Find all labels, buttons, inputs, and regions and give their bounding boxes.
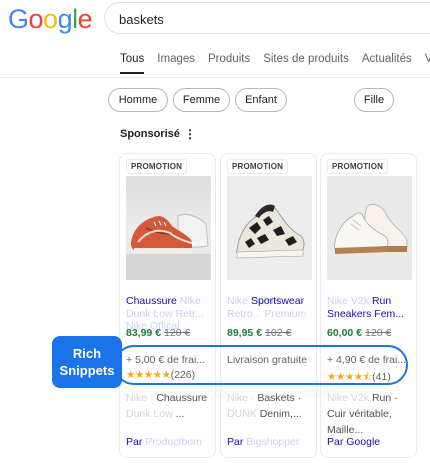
description-redacted: DUNK <box>227 408 257 420</box>
seller-name: Google <box>346 436 381 448</box>
old-price: 102 € <box>265 327 292 339</box>
more-options-icon[interactable]: ⋮ <box>184 127 196 141</box>
price-row: 89,95 €102 € <box>227 327 291 339</box>
seller-redacted: Bigshopper <box>246 436 300 448</box>
sneaker-image-icon <box>227 176 312 280</box>
rating: ★★★★★(226) <box>126 369 195 381</box>
delivery-info: + 5,00 € de frai... <box>126 354 206 366</box>
price: 89,95 € <box>227 327 263 339</box>
search-input[interactable] <box>119 9 399 29</box>
search-tabs: Tous Images Produits Sites de produits A… <box>120 53 430 65</box>
promotion-badge: PROMOTION <box>126 159 188 174</box>
product-title-redacted: Nike V2k <box>327 295 370 307</box>
sneaker-image-icon <box>126 213 211 280</box>
price: 83,99 € <box>126 327 162 339</box>
logo-letter: e <box>77 4 93 34</box>
product-card[interactable]: PROMOTION Nike DUNK Retro... Premium Spo… <box>220 153 317 458</box>
tab-images[interactable]: Images <box>157 53 195 65</box>
logo-letter: o <box>43 4 58 34</box>
product-title-text: Chaussure <box>126 295 177 307</box>
promotion-badge: PROMOTION <box>227 159 289 174</box>
review-count: (226) <box>170 369 196 381</box>
seller-prefix: Par <box>327 436 344 448</box>
delivery-info: Livraison gratuite <box>227 354 307 366</box>
description-redacted: Nike · <box>126 392 154 404</box>
star-rating-icon: ★★★★★ <box>126 369 171 381</box>
product-card[interactable]: PROMOTION Chaussure Nike Dunk Low Retr..… <box>119 153 216 458</box>
description-text: Denim,... <box>259 408 302 420</box>
chip-homme[interactable]: Homme <box>108 88 168 112</box>
seller-prefix: Par <box>227 436 244 448</box>
seller[interactable]: Par Google <box>327 436 380 448</box>
description-text: Chaussure <box>156 392 208 404</box>
product-title[interactable]: Nike V2k Run Sneakers Fem... <box>327 295 415 320</box>
header-divider <box>0 77 430 78</box>
description-text: Baskets · <box>257 392 302 404</box>
tab-news[interactable]: Actualités <box>362 53 412 65</box>
seller-redacted: Productbom <box>145 436 202 448</box>
logo-letter: G <box>8 4 29 34</box>
tab-products[interactable]: Produits <box>208 53 250 65</box>
logo-letter: o <box>28 4 44 34</box>
sponsored-label: Sponsorisé <box>120 128 180 140</box>
product-card[interactable]: PROMOTION Nike V2k Run Sneakers Fem... 6… <box>320 153 417 458</box>
rich-snippets-label-line: Snippets <box>59 363 115 378</box>
product-description: Nike · Chaussure · Dunk Low ... <box>126 390 215 422</box>
delivery-info: + 4,90 € de frai... <box>327 354 407 366</box>
tab-videos[interactable]: V <box>425 53 430 65</box>
description-text: ... <box>175 408 185 420</box>
product-title-visible[interactable]: Sportswear <box>251 295 315 308</box>
star-rating-icon: ★★★★⯪ <box>327 371 373 383</box>
tab-all[interactable]: Tous <box>120 53 144 65</box>
logo-letter: g <box>57 4 73 34</box>
rich-snippets-label: Rich Snippets <box>52 336 122 388</box>
seller[interactable]: Par Productbom <box>126 436 202 448</box>
sneaker-image-icon <box>327 176 412 280</box>
active-tab-indicator <box>120 72 144 74</box>
google-logo[interactable]: Google <box>8 4 93 35</box>
old-price: 120 € <box>164 327 191 339</box>
description-redacted: Nike · <box>227 392 255 404</box>
tab-product-sites[interactable]: Sites de produits <box>263 53 349 65</box>
price-row: 83,99 €120 € <box>126 327 190 339</box>
promotion-badge: PROMOTION <box>327 159 389 174</box>
product-description: Nike · Baskets · DUNK Denim,... <box>227 390 316 422</box>
review-count: (41) <box>372 371 391 383</box>
chip-femme[interactable]: Femme <box>173 88 230 112</box>
chip-fille[interactable]: Fille <box>354 88 394 112</box>
seller[interactable]: Par Bigshopper <box>227 436 299 448</box>
product-description: Nike V2k Run · Cuir véritable, Maille... <box>327 390 416 438</box>
product-image[interactable] <box>227 176 312 280</box>
product-image[interactable] <box>126 176 211 280</box>
search-box[interactable] <box>104 2 430 34</box>
price-row: 60,00 €120 € <box>327 327 391 339</box>
rich-snippets-label-line: Rich <box>72 346 102 361</box>
chip-enfant[interactable]: Enfant <box>235 88 287 112</box>
product-image[interactable] <box>327 176 412 280</box>
seller-prefix: Par <box>126 436 143 448</box>
description-redacted: Nike V2k <box>327 392 370 404</box>
price: 60,00 € <box>327 327 363 339</box>
rating: ★★★★⯪(41) <box>327 369 391 387</box>
old-price: 120 € <box>365 327 392 339</box>
